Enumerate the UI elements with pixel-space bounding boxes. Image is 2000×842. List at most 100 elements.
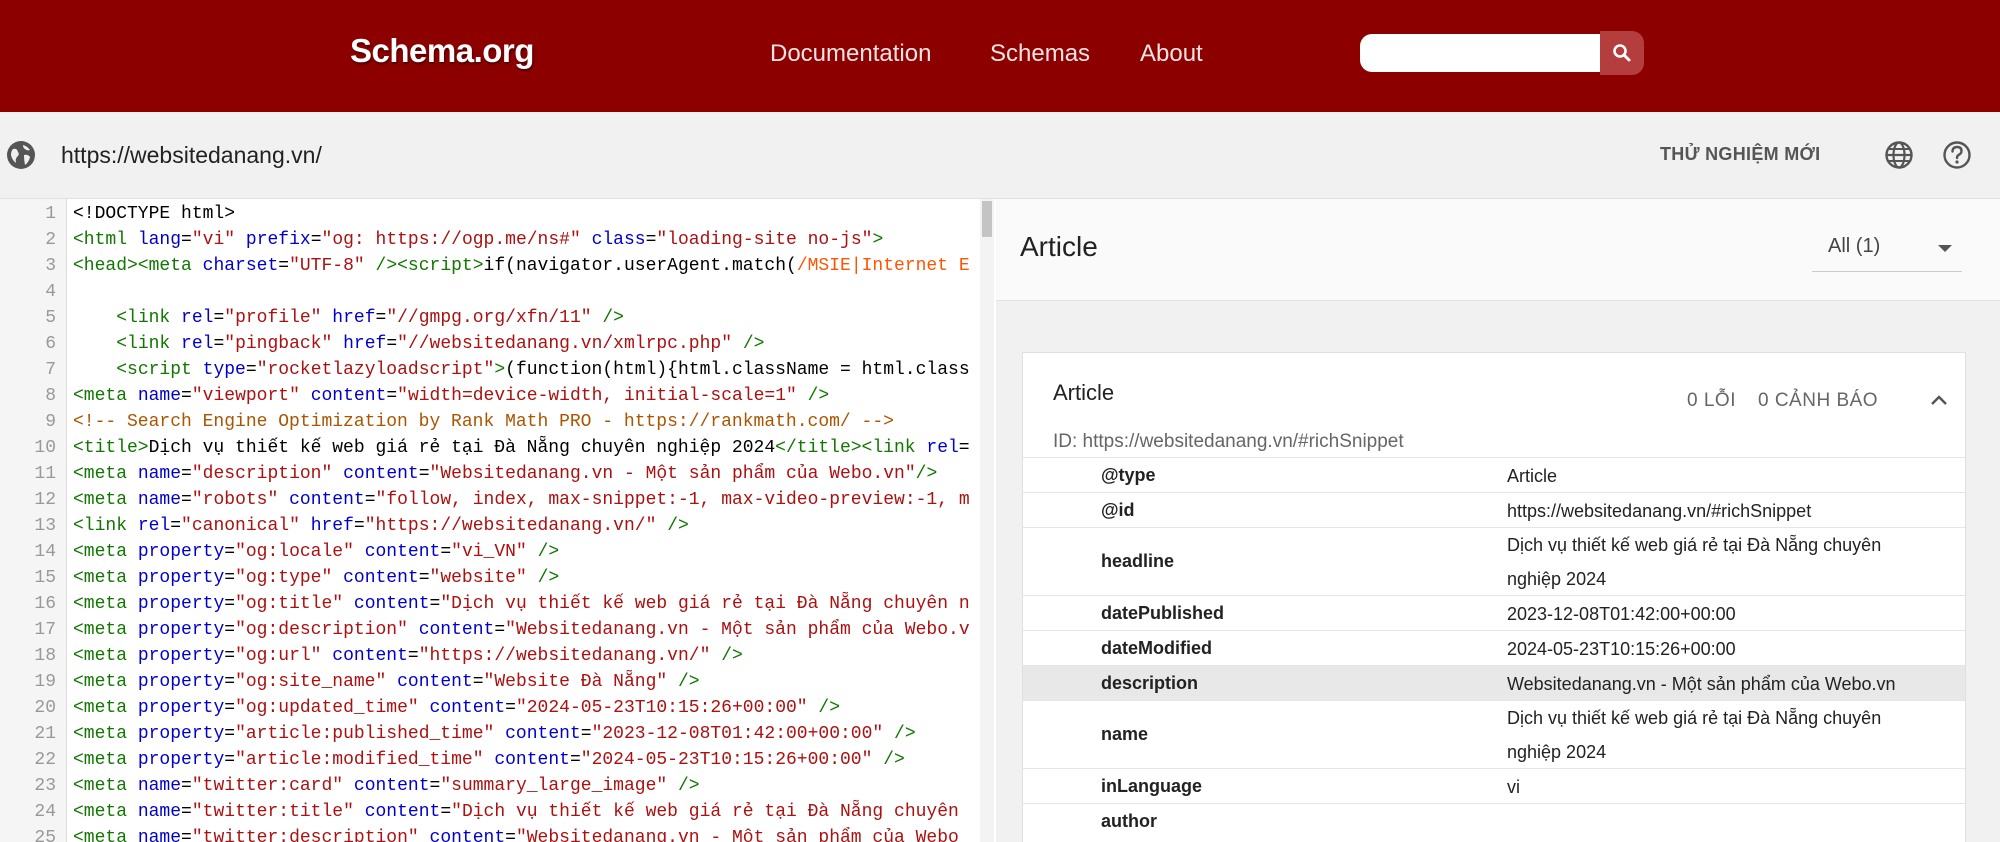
line-number: 9 [45, 412, 56, 432]
property-row[interactable]: author [1023, 803, 1965, 839]
line-number: 10 [34, 438, 56, 458]
site-header: Schema.org Documentation Schemas About [0, 0, 2000, 112]
line-number: 25 [34, 828, 56, 842]
tested-url[interactable]: https://websitedanang.vn/ [61, 142, 322, 169]
property-key: author [1101, 811, 1157, 831]
line-content: <meta property="article:published_time" … [73, 724, 916, 744]
property-row[interactable]: datePublished 2023-12-08T01:42:00+00:00 [1023, 595, 1965, 631]
chevron-up-icon[interactable] [1929, 393, 1949, 407]
line-content: <meta name="twitter:description" content… [73, 828, 959, 842]
property-value: vi [1507, 777, 1520, 797]
url-bar: https://websitedanang.vn/ THỬ NGHIỆM MỚI [0, 112, 2000, 199]
property-value: Websitedanang.vn - Một sản phẩm của Webo… [1507, 674, 1896, 694]
line-content: <meta property="og:description" content=… [73, 620, 970, 640]
property-value: Dịch vụ thiết kế web giá rẻ tại Đà Nẵng … [1507, 535, 1882, 589]
line-number: 5 [45, 308, 56, 328]
property-value: Dịch vụ thiết kế web giá rẻ tại Đà Nẵng … [1507, 708, 1882, 762]
schema-logo[interactable]: Schema.org [350, 32, 534, 70]
line-content: <!DOCTYPE html> [73, 204, 236, 224]
card-id: ID: https://websitedanang.vn/#richSnippe… [1053, 431, 1404, 452]
language-icon[interactable] [1884, 140, 1914, 170]
property-row[interactable]: description Websitedanang.vn - Một sản ph… [1023, 665, 1965, 701]
line-number: 2 [45, 230, 56, 250]
line-number: 23 [34, 776, 56, 796]
try-new-button[interactable]: THỬ NGHIỆM MỚI [1660, 144, 1820, 165]
search-input[interactable] [1360, 34, 1600, 72]
property-value: 2023-12-08T01:42:00+00:00 [1507, 604, 1736, 624]
line-number: 7 [45, 360, 56, 380]
line-content: <meta property="og:updated_time" content… [73, 698, 841, 718]
property-key: @type [1101, 465, 1156, 485]
property-value: Article [1507, 466, 1558, 486]
line-content: <html lang="vi" prefix="og: https://ogp.… [73, 230, 884, 250]
results-filter-dropdown[interactable]: All (1) [1812, 223, 1962, 272]
line-number: 8 [45, 386, 56, 406]
nav-documentation[interactable]: Documentation [770, 40, 931, 68]
line-content: <head><meta charset="UTF-8" /><script>if… [73, 256, 970, 276]
line-content: <title>Dịch vụ thiết kế web giá rẻ tại Đ… [73, 438, 970, 458]
property-key: name [1101, 724, 1149, 744]
line-number: 19 [34, 672, 56, 692]
line-number: 18 [34, 646, 56, 666]
results-panel: Article All (1) Article 0 LỖI 0 CẢNH BÁO … [996, 199, 2000, 842]
property-value: 2024-05-23T10:15:26+00:00 [1507, 639, 1736, 659]
line-number: 1 [45, 204, 56, 224]
property-key: inLanguage [1101, 776, 1203, 796]
property-value: https://websitedanang.vn/#richSnippet [1507, 501, 1812, 521]
line-number: 15 [34, 568, 56, 588]
source-code-editor[interactable]: 1 <!DOCTYPE html> 2 <html lang="vi" prefix=… [0, 199, 995, 842]
caret-down-icon [1938, 245, 1952, 252]
line-number: 11 [34, 464, 56, 484]
search-button[interactable] [1600, 31, 1644, 75]
results-title: Article [1020, 231, 1098, 262]
line-number: 24 [34, 802, 56, 822]
line-content: <link rel="canonical" href="https://webs… [73, 516, 689, 536]
line-content: <meta property="og:type" content="websit… [73, 568, 560, 588]
search-icon [1613, 44, 1631, 62]
line-number: 3 [45, 256, 56, 276]
globe-icon [7, 141, 35, 169]
editor-scroll-thumb[interactable] [982, 201, 992, 237]
line-content: <meta name="twitter:card" content="summa… [73, 776, 700, 796]
property-key: description [1101, 673, 1199, 693]
line-content: <meta property="article:modified_time" c… [73, 750, 905, 770]
nav-about[interactable]: About [1140, 40, 1203, 68]
property-key: dateModified [1101, 638, 1212, 658]
line-number: 13 [34, 516, 56, 536]
property-row[interactable]: dateModified 2024-05-23T10:15:26+00:00 [1023, 630, 1965, 666]
line-number: 4 [45, 282, 56, 302]
line-content: <meta name="robots" content="follow, ind… [73, 490, 970, 510]
line-content: <meta property="og:locale" content="vi_V… [73, 542, 560, 562]
nav-schemas[interactable]: Schemas [990, 40, 1090, 68]
line-number: 17 [34, 620, 56, 640]
results-filter-value: All (1) [1828, 235, 1881, 257]
property-key: headline [1101, 551, 1175, 571]
line-content: <meta name="viewport" content="width=dev… [73, 386, 830, 406]
help-icon[interactable] [1942, 140, 1972, 170]
warning-count: 0 CẢNH BÁO [1757, 390, 1879, 411]
line-content: <script type="rocketlazyloadscript">(fun… [116, 360, 970, 380]
property-row[interactable]: headline Dịch vụ thiết kế web giá rẻ tại … [1023, 527, 1965, 596]
line-number: 16 [34, 594, 56, 614]
property-row[interactable]: @type Article [1023, 457, 1965, 493]
property-row[interactable]: @id https://websitedanang.vn/#richSnippet [1023, 492, 1965, 528]
editor-scrollbar[interactable] [980, 199, 994, 842]
line-number: 20 [34, 698, 56, 718]
property-key: datePublished [1101, 603, 1225, 623]
line-content: <meta property="og:title" content="Dịch … [73, 594, 970, 614]
property-row[interactable]: name Dịch vụ thiết kế web giá rẻ tại Đà N… [1023, 700, 1965, 769]
article-result-card: Article 0 LỖI 0 CẢNH BÁO ID: https://webs… [1022, 352, 1966, 842]
card-title: Article [1053, 380, 1115, 405]
line-number: 22 [34, 750, 56, 770]
property-row[interactable]: inLanguage vi [1023, 768, 1965, 804]
line-content: <meta name="description" content="Websit… [73, 464, 938, 484]
property-key: @id [1101, 500, 1135, 520]
line-content: <meta property="og:site_name" content="W… [73, 672, 700, 692]
line-content: <link rel="profile" href="//gmpg.org/xfn… [116, 308, 624, 328]
line-content: <link rel="pingback" href="//websitedana… [116, 334, 765, 354]
line-number: 12 [34, 490, 56, 510]
line-number: 6 [45, 334, 56, 354]
line-content: <meta property="og:url" content="https:/… [73, 646, 743, 666]
line-number: 14 [34, 542, 56, 562]
error-count: 0 LỖI [1687, 390, 1736, 411]
